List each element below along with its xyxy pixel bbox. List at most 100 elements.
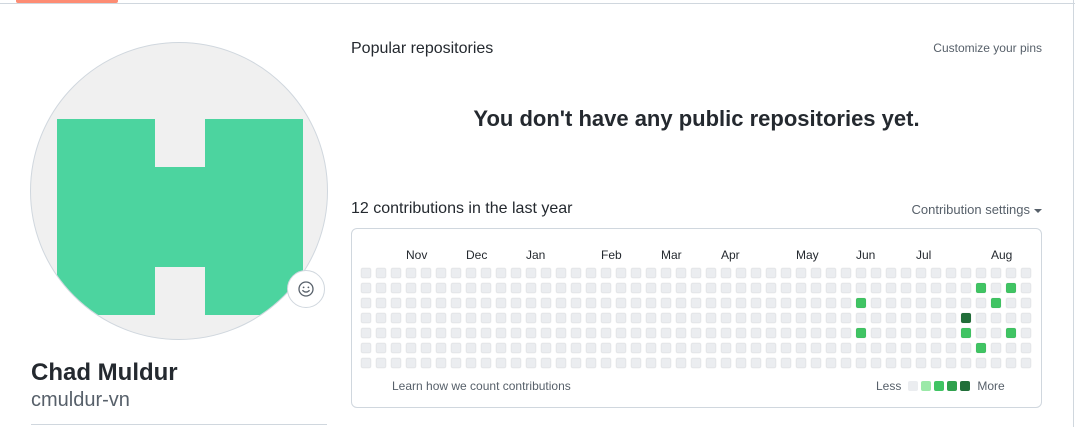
contribution-day[interactable] (795, 312, 807, 324)
contribution-day[interactable] (810, 312, 822, 324)
contribution-day[interactable] (945, 282, 957, 294)
contribution-day[interactable] (420, 342, 432, 354)
contribution-day[interactable] (480, 312, 492, 324)
contribution-day[interactable] (870, 327, 882, 339)
contribution-day[interactable] (555, 342, 567, 354)
contribution-day[interactable] (930, 282, 942, 294)
contribution-day[interactable] (885, 357, 897, 369)
contribution-day[interactable] (645, 267, 657, 279)
learn-contributions-link[interactable]: Learn how we count contributions (392, 379, 571, 393)
contribution-day[interactable] (840, 297, 852, 309)
contribution-day[interactable] (405, 327, 417, 339)
contribution-day[interactable] (660, 282, 672, 294)
contribution-day[interactable] (855, 342, 867, 354)
contribution-day[interactable] (720, 282, 732, 294)
contribution-day[interactable] (450, 282, 462, 294)
contribution-day[interactable] (495, 297, 507, 309)
contribution-day[interactable] (765, 357, 777, 369)
contribution-day[interactable] (810, 342, 822, 354)
contribution-day[interactable] (960, 342, 972, 354)
contribution-day[interactable] (555, 297, 567, 309)
contribution-day[interactable] (720, 327, 732, 339)
contribution-day[interactable] (615, 267, 627, 279)
contribution-day[interactable] (855, 327, 867, 339)
contribution-day[interactable] (510, 357, 522, 369)
contribution-day[interactable] (795, 327, 807, 339)
contribution-day[interactable] (555, 267, 567, 279)
contribution-day[interactable] (795, 297, 807, 309)
contribution-day[interactable] (705, 342, 717, 354)
contribution-day[interactable] (390, 357, 402, 369)
contribution-day[interactable] (855, 297, 867, 309)
contribution-day[interactable] (525, 297, 537, 309)
contribution-day[interactable] (750, 267, 762, 279)
contribution-day[interactable] (915, 267, 927, 279)
contribution-day[interactable] (645, 327, 657, 339)
contribution-day[interactable] (570, 267, 582, 279)
contribution-day[interactable] (705, 297, 717, 309)
contribution-day[interactable] (870, 342, 882, 354)
contribution-day[interactable] (480, 267, 492, 279)
contribution-day[interactable] (495, 312, 507, 324)
contribution-day[interactable] (450, 357, 462, 369)
contribution-day[interactable] (975, 357, 987, 369)
contribution-day[interactable] (720, 342, 732, 354)
contribution-day[interactable] (870, 357, 882, 369)
contribution-day[interactable] (690, 267, 702, 279)
contribution-day[interactable] (525, 357, 537, 369)
contribution-day[interactable] (420, 357, 432, 369)
contribution-day[interactable] (960, 282, 972, 294)
contribution-day[interactable] (615, 357, 627, 369)
contribution-day[interactable] (795, 357, 807, 369)
contribution-day[interactable] (780, 297, 792, 309)
contribution-day[interactable] (690, 327, 702, 339)
contribution-day[interactable] (540, 357, 552, 369)
contribution-day[interactable] (480, 327, 492, 339)
contribution-day[interactable] (585, 267, 597, 279)
contribution-day[interactable] (375, 312, 387, 324)
contribution-day[interactable] (450, 267, 462, 279)
contribution-day[interactable] (870, 312, 882, 324)
contribution-day[interactable] (900, 267, 912, 279)
contribution-day[interactable] (510, 282, 522, 294)
contribution-day[interactable] (675, 267, 687, 279)
contribution-day[interactable] (450, 342, 462, 354)
contribution-day[interactable] (435, 342, 447, 354)
contribution-day[interactable] (990, 357, 1002, 369)
contribution-day[interactable] (570, 342, 582, 354)
contribution-day[interactable] (780, 267, 792, 279)
contribution-day[interactable] (465, 342, 477, 354)
contribution-day[interactable] (390, 342, 402, 354)
contribution-day[interactable] (360, 267, 372, 279)
contribution-day[interactable] (780, 342, 792, 354)
contribution-day[interactable] (960, 267, 972, 279)
contribution-day[interactable] (825, 297, 837, 309)
contribution-day[interactable] (600, 297, 612, 309)
contribution-day[interactable] (630, 342, 642, 354)
contribution-day[interactable] (840, 342, 852, 354)
contribution-day[interactable] (585, 357, 597, 369)
contribution-day[interactable] (465, 312, 477, 324)
contribution-day[interactable] (1020, 297, 1032, 309)
contribution-day[interactable] (390, 327, 402, 339)
contribution-day[interactable] (675, 327, 687, 339)
contribution-day[interactable] (900, 357, 912, 369)
contribution-day[interactable] (915, 357, 927, 369)
contribution-day[interactable] (615, 282, 627, 294)
contribution-day[interactable] (405, 297, 417, 309)
contribution-day[interactable] (765, 342, 777, 354)
contribution-day[interactable] (600, 357, 612, 369)
contribution-day[interactable] (510, 312, 522, 324)
contribution-day[interactable] (645, 297, 657, 309)
contribution-day[interactable] (630, 312, 642, 324)
contribution-day[interactable] (495, 357, 507, 369)
contribution-day[interactable] (585, 327, 597, 339)
contribution-day[interactable] (900, 312, 912, 324)
contribution-day[interactable] (990, 297, 1002, 309)
contribution-day[interactable] (855, 282, 867, 294)
contribution-day[interactable] (570, 357, 582, 369)
contribution-day[interactable] (450, 297, 462, 309)
contribution-day[interactable] (810, 357, 822, 369)
contribution-day[interactable] (555, 357, 567, 369)
contribution-day[interactable] (885, 327, 897, 339)
